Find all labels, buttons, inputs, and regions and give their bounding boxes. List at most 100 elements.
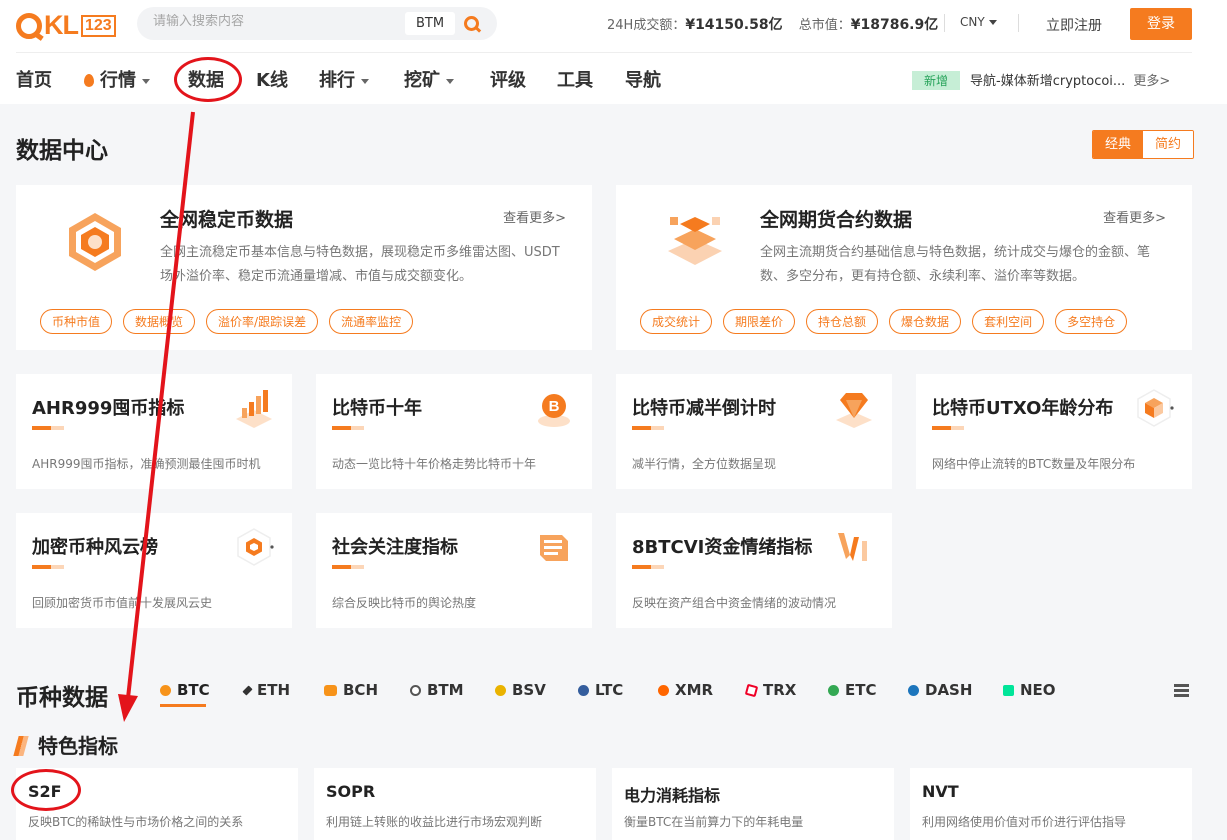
card-description: 回顾加密货币市值前十发展风云史: [32, 596, 213, 610]
tab-trx[interactable]: TRX: [744, 681, 797, 699]
tag-chip[interactable]: 币种市值: [40, 309, 113, 334]
register-link[interactable]: 立即注册: [1046, 15, 1102, 35]
menu-icon[interactable]: [1174, 684, 1189, 697]
tag-chip[interactable]: 流通率监控: [329, 309, 414, 334]
bch-icon: [324, 685, 337, 696]
futures-data-card[interactable]: 全网期货合约数据 查看更多> 全网主流期货合约基础信息与特色数据，统计成交与爆仓…: [616, 185, 1192, 350]
search-icon[interactable]: [464, 16, 479, 31]
coin-label: LTC: [595, 681, 624, 699]
coin-label: TRX: [763, 681, 797, 699]
nav-home[interactable]: 首页: [16, 66, 52, 92]
search-input[interactable]: [153, 14, 393, 29]
bsv-icon: [495, 685, 506, 696]
view-more-link[interactable]: 查看更多>: [503, 207, 566, 226]
tag-chip[interactable]: 爆仓数据: [889, 309, 962, 334]
news-more-link[interactable]: 更多>: [1133, 74, 1170, 89]
flame-icon: [84, 74, 94, 87]
volume-label: 24H成交额：: [607, 18, 686, 33]
trx-icon: [744, 683, 759, 698]
sopr-card[interactable]: SOPR 利用链上转账的收益比进行市场宏观判断: [314, 768, 596, 840]
document-stack-icon: [540, 535, 568, 561]
tag-chip[interactable]: 溢价率/跟踪误差: [206, 309, 319, 334]
active-tab-underline: [160, 704, 206, 707]
currency-label: CNY: [960, 15, 985, 29]
site-logo[interactable]: KL 123: [16, 10, 116, 41]
nav-mining[interactable]: 挖矿: [404, 66, 454, 92]
tab-bch[interactable]: BCH: [324, 681, 378, 699]
utxo-age-card[interactable]: 比特币UTXO年龄分布 网络中停止流转的BTC数量及年限分布: [916, 374, 1192, 489]
tag-list: 成交统计 期限差价 持仓总额 爆仓数据 套利空间 多空持仓: [640, 309, 1128, 334]
hexagon-icon: [69, 213, 121, 271]
tab-btc[interactable]: BTC: [160, 681, 210, 699]
tab-xmr[interactable]: XMR: [658, 681, 713, 699]
social-attention-card[interactable]: 社会关注度指标 综合反映比特币的舆论热度: [316, 513, 592, 628]
cube-icon: [1137, 389, 1174, 427]
coin-label: ETC: [845, 681, 877, 699]
tab-btm[interactable]: BTM: [410, 681, 464, 699]
nav-kline[interactable]: K线: [256, 66, 288, 92]
tab-etc[interactable]: ETC: [828, 681, 877, 699]
card-description: AHR999囤币指标，准确预测最佳囤币时机: [32, 457, 261, 471]
svg-text:B: B: [549, 398, 560, 415]
btc-icon: [160, 685, 171, 696]
volume-value: ¥14150.58亿: [685, 17, 783, 33]
nav-ranking[interactable]: 排行: [319, 66, 369, 92]
card-title: 比特币UTXO年龄分布: [932, 398, 1114, 419]
news-text[interactable]: 导航-媒体新增cryptocoi...: [970, 74, 1125, 89]
nvt-card[interactable]: NVT 利用网络使用价值对币价进行评估指导: [910, 768, 1192, 840]
8btcvi-card[interactable]: 8BTCVI资金情绪指标 反映在资产组合中资金情绪的波动情况: [616, 513, 892, 628]
tag-list: 币种市值 数据概览 溢价率/跟踪误差 流通率监控: [40, 309, 414, 334]
tab-eth[interactable]: ETH: [242, 681, 290, 699]
accent-bar: [332, 565, 364, 569]
view-classic-button[interactable]: 经典: [1093, 131, 1143, 158]
nav-market-label: 行情: [100, 70, 136, 91]
tag-chip[interactable]: 数据概览: [123, 309, 196, 334]
tab-ltc[interactable]: LTC: [578, 681, 623, 699]
tab-dash[interactable]: DASH: [908, 681, 972, 699]
news-ticker[interactable]: 新增 导航-媒体新增cryptocoi... 更多>: [912, 70, 1170, 90]
nav-ranking-label: 排行: [319, 70, 355, 91]
nav-mining-label: 挖矿: [404, 70, 440, 91]
card-title: 电力消耗指标: [624, 786, 721, 805]
tag-chip[interactable]: 持仓总额: [806, 309, 879, 334]
power-consumption-card[interactable]: 电力消耗指标 衡量BTC在当前算力下的年耗电量: [612, 768, 894, 840]
page-title: 数据中心: [16, 138, 108, 164]
view-toggle: 经典 简约: [1092, 130, 1194, 159]
card-description: 利用链上转账的收益比进行市场宏观判断: [326, 815, 543, 829]
search-suggestion-tag[interactable]: BTM: [405, 12, 455, 35]
logo-q-mark: [16, 12, 42, 39]
etc-icon: [828, 685, 839, 696]
tag-chip[interactable]: 多空持仓: [1055, 309, 1128, 334]
nav-tools[interactable]: 工具: [557, 66, 593, 92]
nav-market[interactable]: 行情: [84, 66, 150, 92]
chevron-down-icon: [988, 20, 997, 25]
annotation-circle-nav-data: [174, 57, 242, 102]
tab-bsv[interactable]: BSV: [495, 681, 546, 699]
market-cap-label: 总市值：: [798, 18, 851, 33]
tag-chip[interactable]: 套利空间: [972, 309, 1045, 334]
crypto-rankings-card[interactable]: 加密币种风云榜 回顾加密货币市值前十发展风云史: [16, 513, 292, 628]
header-divider: [16, 52, 1192, 53]
tag-chip[interactable]: 成交统计: [640, 309, 713, 334]
halving-countdown-card[interactable]: 比特币减半倒计时 减半行情，全方位数据呈现: [616, 374, 892, 489]
accent-bar: [32, 565, 64, 569]
tag-chip[interactable]: 期限差价: [723, 309, 796, 334]
btm-icon: [410, 685, 421, 696]
card-title: SOPR: [326, 782, 376, 801]
card-description: 减半行情，全方位数据呈现: [632, 457, 777, 471]
accent-bar: [632, 565, 664, 569]
btc-ten-years-card[interactable]: 比特币十年 动态一览比特十年价格走势比特币十年 B: [316, 374, 592, 489]
nav-navigation[interactable]: 导航: [625, 66, 661, 92]
stablecoin-data-card[interactable]: 全网稳定币数据 查看更多> 全网主流稳定币基本信息与特色数据，展现稳定币多维雷达…: [16, 185, 592, 350]
ahr999-card[interactable]: AHR999囤币指标 AHR999囤币指标，准确预测最佳囤币时机: [16, 374, 292, 489]
tab-neo[interactable]: NEO: [1003, 681, 1056, 699]
login-button[interactable]: 登录: [1130, 8, 1192, 40]
card-description: 反映BTC的稀缺性与市场价格之间的关系: [28, 815, 244, 829]
view-simple-button[interactable]: 简约: [1143, 131, 1193, 158]
card-description: 反映在资产组合中资金情绪的波动情况: [632, 596, 837, 610]
coin-label: BTC: [177, 681, 210, 699]
view-more-link[interactable]: 查看更多>: [1103, 207, 1166, 226]
currency-select[interactable]: CNY: [960, 15, 997, 29]
nav-rating[interactable]: 评级: [490, 66, 526, 92]
search-box: BTM: [137, 7, 497, 40]
